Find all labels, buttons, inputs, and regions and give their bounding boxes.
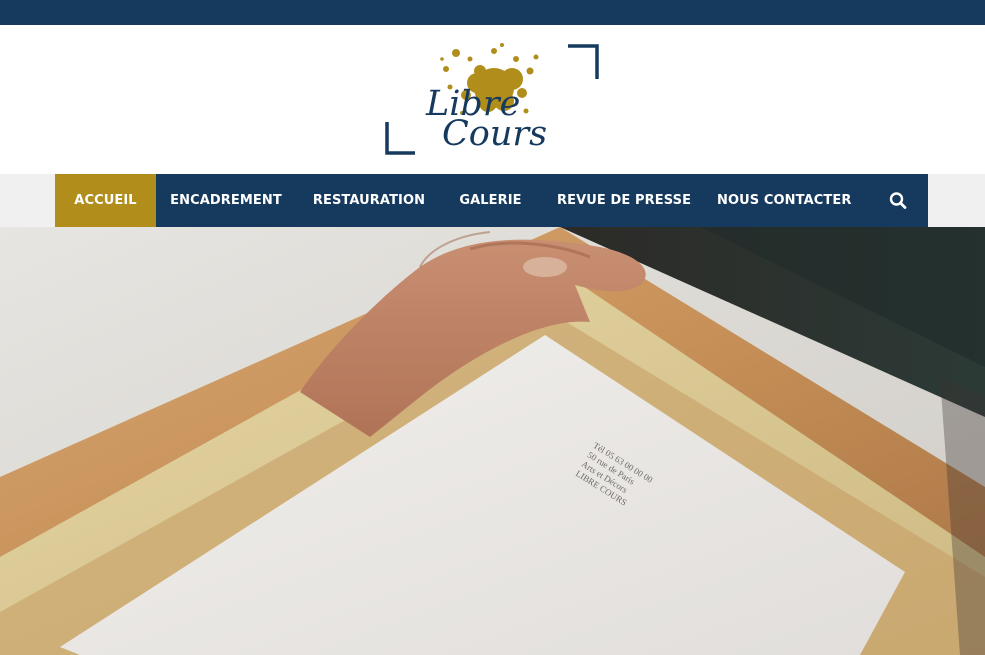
top-bar: [0, 0, 985, 25]
hero-image: LIBRE COURS Arts et Décors 50 rue de Par…: [0, 227, 985, 655]
logo-text-line2: Cours: [442, 114, 547, 154]
main-nav: ACCUEIL ENCADREMENT RESTAURATION GALERIE…: [55, 174, 928, 227]
site-header: Libre Cours: [0, 25, 985, 174]
corner-bracket-top-right: [568, 44, 599, 79]
logo-graphic: Libre Cours: [385, 43, 599, 155]
nav-item-restauration[interactable]: RESTAURATION: [312, 174, 426, 227]
hero-photo-framing: LIBRE COURS Arts et Décors 50 rue de Par…: [0, 227, 985, 655]
site-logo[interactable]: Libre Cours: [384, 43, 600, 157]
nav-item-accueil[interactable]: ACCUEIL: [55, 174, 156, 227]
nav-item-galerie[interactable]: GALERIE: [456, 174, 525, 227]
nav-item-revue-de-presse[interactable]: REVUE DE PRESSE: [557, 174, 691, 227]
nav-item-nous-contacter[interactable]: NOUS CONTACTER: [717, 174, 851, 227]
search-button[interactable]: [885, 174, 928, 227]
corner-bracket-bottom-left: [385, 122, 415, 155]
nav-item-encadrement[interactable]: ENCADREMENT: [169, 174, 283, 227]
search-icon: [889, 192, 907, 209]
